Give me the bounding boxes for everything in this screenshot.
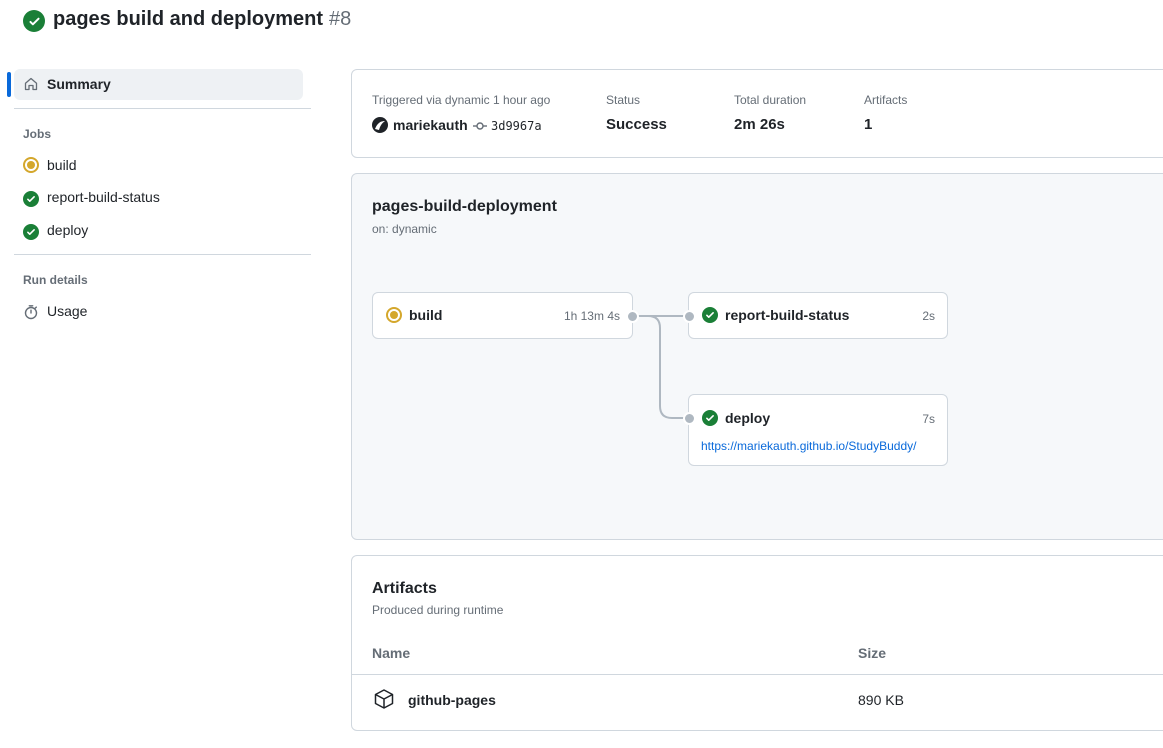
run-summary-card: Triggered via dynamic 1 hour ago marieka…	[351, 69, 1163, 158]
success-icon	[702, 307, 718, 323]
active-indicator	[7, 72, 11, 97]
sidebar-item-label: report-build-status	[47, 189, 160, 205]
in-progress-icon	[386, 307, 402, 323]
run-success-icon	[23, 10, 45, 32]
job-connectors	[632, 315, 689, 419]
workflow-graph-card: pages-build-deployment on: dynamic build…	[351, 173, 1163, 540]
job-duration: 1h 13m 4s	[563, 309, 620, 323]
artifacts-title: Artifacts	[372, 580, 437, 597]
commit-icon	[473, 122, 487, 130]
sidebar-item-label: deploy	[47, 222, 89, 238]
job-name: build	[409, 307, 443, 323]
column-header-size: Size	[858, 645, 887, 661]
package-icon	[374, 689, 394, 709]
stopwatch-icon	[24, 305, 38, 320]
artifacts-card: Artifacts Produced during runtime Name S…	[351, 555, 1163, 731]
job-duration: 2s	[922, 309, 935, 323]
success-icon	[23, 224, 39, 240]
actor-row: mariekauth 3d9967a	[372, 117, 572, 135]
sidebar-item-summary[interactable]: Summary	[14, 69, 303, 100]
in-progress-icon	[23, 157, 39, 173]
connector-dot	[683, 412, 696, 425]
trigger-label: Triggered via dynamic 1 hour ago	[372, 93, 551, 107]
success-icon	[23, 191, 39, 207]
sidebar-item-usage[interactable]: Usage	[23, 303, 293, 321]
run-title: pages build and deployment	[53, 8, 324, 30]
commit-sha[interactable]: 3d9967a	[491, 119, 542, 133]
status-value: Success	[606, 116, 667, 133]
sidebar-item-label: Summary	[47, 76, 111, 92]
duration-label: Total duration	[734, 93, 807, 107]
deployment-url-link[interactable]: https://mariekauth.github.io/StudyBuddy/	[701, 439, 916, 453]
sidebar-item-report-build-status[interactable]: report-build-status	[23, 189, 293, 207]
artifact-size: 890 KB	[858, 692, 904, 708]
job-deploy[interactable]: deploy 7s https://mariekauth.github.io/S…	[688, 394, 948, 466]
status-label: Status	[606, 93, 641, 107]
artifact-name-link[interactable]: github-pages	[408, 692, 496, 708]
run-details-heading: Run details	[23, 273, 88, 287]
connector-dot	[626, 310, 639, 323]
sidebar-item-build[interactable]: build	[23, 157, 293, 175]
divider	[14, 254, 311, 255]
page-title: pages build and deployment #8	[53, 8, 351, 31]
job-duration: 7s	[922, 412, 935, 426]
sidebar-item-label: Usage	[47, 303, 88, 319]
duration-value: 2m 26s	[734, 116, 785, 133]
column-header-name: Name	[372, 645, 411, 661]
divider	[14, 108, 311, 109]
connector-dot	[683, 310, 696, 323]
jobs-heading: Jobs	[23, 127, 52, 141]
run-number: #8	[329, 8, 352, 30]
job-build[interactable]: build 1h 13m 4s	[372, 292, 633, 339]
artifacts-count: 1	[864, 116, 873, 133]
sidebar-item-deploy[interactable]: deploy	[23, 222, 293, 240]
job-name: deploy	[725, 410, 771, 426]
artifacts-label: Artifacts	[864, 93, 908, 107]
avatar[interactable]	[372, 117, 388, 133]
job-name: report-build-status	[725, 307, 850, 323]
artifacts-subtitle: Produced during runtime	[372, 603, 504, 617]
actor-link[interactable]: mariekauth	[393, 117, 468, 133]
sidebar-item-label: build	[47, 157, 77, 173]
table-row: github-pages 890 KB	[352, 675, 1163, 729]
home-icon	[24, 77, 38, 91]
job-report-build-status[interactable]: report-build-status 2s	[688, 292, 948, 339]
success-icon	[702, 410, 718, 426]
